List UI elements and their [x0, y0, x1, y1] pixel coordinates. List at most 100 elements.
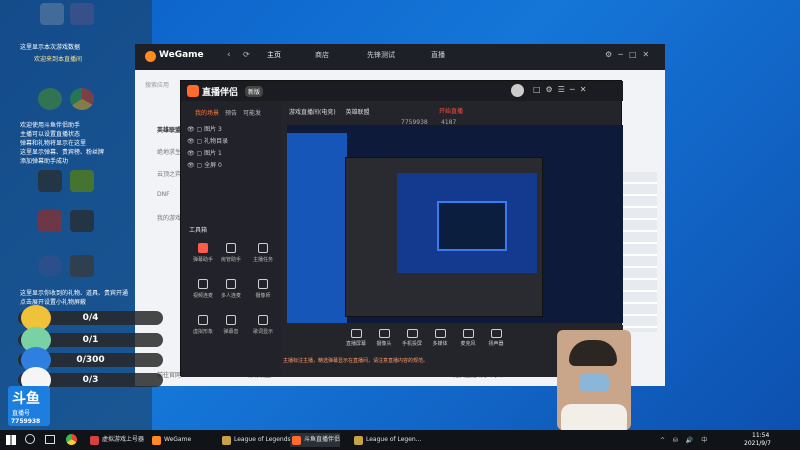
game-list-item[interactable]: 绝地求生 [157, 147, 181, 156]
bottom-tool-icon [378, 329, 390, 338]
bottom-tool-label: 麦克风 [460, 341, 476, 347]
taskbar-app[interactable]: League of Legends [220, 433, 291, 447]
tab-pioneer-test[interactable]: 先锋测试 [367, 50, 395, 60]
tool-label: 虚拟形象 [192, 329, 213, 335]
window-controls[interactable]: □⚙☰─✕ [533, 85, 591, 94]
game-list-item[interactable]: 英雄联盟 [157, 125, 181, 134]
source-row[interactable]: 👁 ▢ 图片 1 [187, 148, 222, 157]
bottom-tool-label: 直播屏幕 [345, 341, 366, 347]
back-arrow-icon[interactable]: ‹ [227, 50, 231, 60]
tool-avatar[interactable]: 虚拟形象 [189, 315, 217, 335]
bottom-tool[interactable]: 手机投屏 [397, 329, 427, 347]
notice-bar: 主播标注主播，精选弹幕显示在直播间，请注意直播内容的规范。 [283, 358, 429, 364]
tool-lyrics[interactable]: 歌词显示 [249, 315, 277, 335]
room-category: 游戏直播间(电竞) [289, 109, 336, 116]
game-list-item[interactable]: DNF [157, 191, 170, 198]
window-controls[interactable]: ⚙─□✕ [605, 50, 655, 59]
tool-label: 主播任务 [252, 257, 273, 263]
room-sub: 英雄联盟 [345, 109, 370, 116]
toolbox-label: 工具箱 [189, 227, 208, 234]
scene-tab[interactable]: 我的场景 [195, 108, 219, 117]
user-icon [226, 243, 236, 253]
bottom-tool-icon [350, 329, 362, 338]
chat-line: 欢迎来到本直播间 [34, 56, 83, 63]
taskbar-app-icon [292, 436, 301, 445]
bottom-tool[interactable]: 麦克风 [453, 329, 483, 347]
assistant-logo-icon [187, 85, 199, 97]
tab-live[interactable]: 直播 [431, 50, 445, 60]
danmu-icon [198, 243, 208, 253]
version-badge: 新版 [245, 86, 264, 97]
start-button[interactable] [6, 435, 16, 445]
counter-value: 0/4 [82, 313, 99, 323]
tool-sound[interactable]: 弹幕音 [217, 315, 245, 335]
bottom-tool-icon [406, 329, 418, 338]
douyu-logo-text: 斗鱼 [12, 391, 40, 407]
game-list-item[interactable]: 云顶之弈 [157, 169, 181, 178]
tool-mic-group[interactable]: 多人连麦 [217, 279, 245, 299]
lyrics-icon [258, 315, 268, 325]
bottom-tool[interactable]: 扬声器 [481, 329, 511, 347]
source-row[interactable]: 👁 ▢ 礼物目录 [187, 136, 228, 145]
scene-tab[interactable]: 预告 [225, 108, 237, 117]
chat-line: 这里显示本次游戏数据 [20, 44, 81, 51]
counter-pill: 0/300 [18, 347, 163, 373]
bottom-tool-icon [434, 329, 446, 338]
tool-video[interactable]: 视频连麦 [189, 279, 217, 299]
douyu-logo: 斗鱼 直播号 7759938 [8, 386, 50, 426]
taskbar-app[interactable]: WeGame [150, 433, 191, 447]
taskbar-app-label: League of Legen... [366, 436, 422, 443]
stream-preview [287, 125, 623, 323]
tool-label: 弹幕助手 [192, 257, 213, 263]
tool-label: 弹幕音 [223, 329, 239, 335]
taskbar-app-icon [354, 436, 363, 445]
tab-home[interactable]: 主页 [267, 50, 281, 60]
counter-value: 0/300 [76, 355, 105, 365]
taskbar-app[interactable]: 虚拟游戏上号器 [88, 433, 144, 447]
game-list-item[interactable]: 我的游戏 [157, 213, 181, 222]
streamer-webcam [557, 330, 631, 430]
taskbar-app[interactable]: League of Legen... [352, 433, 421, 447]
start-live-button[interactable]: 开始直播 [439, 106, 463, 115]
tool-label: 多人连麦 [220, 293, 241, 299]
bottom-tool-icon [490, 329, 502, 338]
tool-camera[interactable]: 摄像师 [249, 279, 277, 299]
chat-line: 添加弹幕助手成功 [20, 158, 69, 165]
counter-pill: 0/1 [18, 327, 163, 353]
bottom-tool[interactable]: 直播屏幕 [341, 329, 371, 347]
bottom-tool-label: 多媒体 [432, 341, 448, 347]
right-side-list [621, 172, 657, 332]
refresh-icon[interactable]: ⟳ [243, 50, 250, 59]
bottom-tool[interactable]: 摄像头 [369, 329, 399, 347]
assistant-titlebar: 直播伴侣 新版 □⚙☰─✕ [181, 81, 623, 101]
profile-avatar[interactable] [511, 84, 524, 97]
chat-line: 弹幕和礼物将显示在这里 [20, 140, 87, 147]
tool-user[interactable]: 房管助手 [217, 243, 245, 263]
taskbar-app-label: WeGame [164, 436, 192, 443]
wegame-brand: WeGame [159, 50, 204, 60]
source-row[interactable]: 👁 ▢ 图片 3 [187, 124, 222, 133]
search-icon[interactable] [25, 434, 35, 444]
clock-time[interactable]: 11:54 [752, 432, 769, 439]
tool-label: 歌词显示 [252, 329, 273, 335]
bottom-tool-label: 摄像头 [376, 341, 392, 347]
source-row[interactable]: 👁 ▢ 全屏 0 [187, 160, 222, 169]
bottom-tool-icon [462, 329, 474, 338]
tool-task[interactable]: 主播任务 [249, 243, 277, 263]
task-icon [258, 243, 268, 253]
taskbar-app[interactable]: 斗鱼直播伴侣 [290, 433, 341, 447]
room-id: 7759938 [11, 418, 41, 425]
taskbar-app-icon [222, 436, 231, 445]
tab-store[interactable]: 商店 [315, 50, 329, 60]
chrome-icon[interactable] [66, 434, 77, 445]
task-view-icon[interactable] [45, 435, 55, 444]
search-input[interactable]: 搜索应用 [145, 80, 183, 90]
bottom-tool[interactable]: 多媒体 [425, 329, 455, 347]
system-tray: ^ ⛁ 🔊 中 [660, 437, 711, 444]
chat-line: 这里显示弹幕、贵宾榜、粉丝牌 [20, 149, 105, 156]
wegame-titlebar: WeGame ‹ ⟳ 主页 商店 先锋测试 直播 ⚙─□✕ [135, 44, 665, 70]
wegame-logo-icon [145, 51, 156, 62]
tool-danmu[interactable]: 弹幕助手 [189, 243, 217, 263]
clock-date[interactable]: 2021/9/7 [744, 440, 771, 447]
scene-tab[interactable]: 可能发 [243, 108, 261, 117]
